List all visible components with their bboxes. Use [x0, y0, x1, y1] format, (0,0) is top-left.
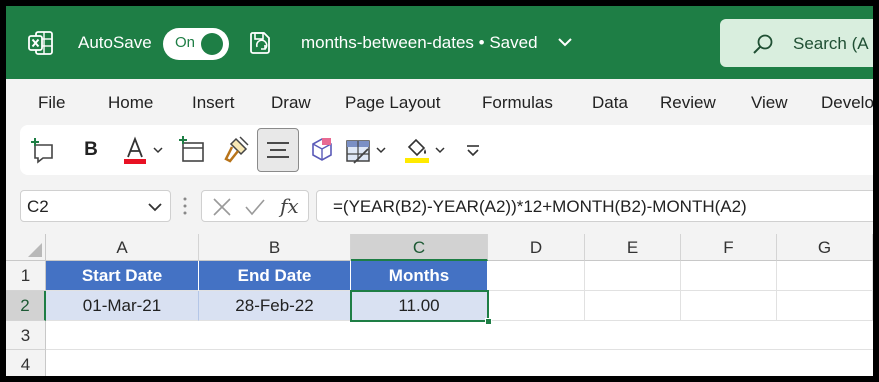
cell-e1[interactable]: [585, 261, 681, 291]
format-painter-icon: [224, 136, 249, 163]
cell-f1[interactable]: [681, 261, 777, 291]
align-center-icon: [267, 142, 289, 158]
fill-color-button[interactable]: [403, 133, 451, 167]
row-4-cells[interactable]: [46, 350, 873, 376]
document-title[interactable]: months-between-dates • Saved: [301, 33, 538, 53]
tab-file[interactable]: File: [38, 93, 65, 113]
ribbon-toolbar: B: [20, 125, 873, 175]
autosave-state: On: [175, 34, 196, 51]
tab-formulas[interactable]: Formulas: [482, 93, 553, 113]
drag-handle-icon[interactable]: [182, 196, 188, 216]
font-color-button[interactable]: [122, 133, 168, 167]
excel-window: AutoSave On months-between-dates • Saved…: [6, 6, 873, 376]
cell-c1[interactable]: Months: [351, 261, 488, 291]
new-comment-button[interactable]: [30, 133, 56, 167]
format-as-table-button[interactable]: [344, 133, 392, 167]
tab-draw[interactable]: Draw: [271, 93, 311, 113]
formula-text[interactable]: =(YEAR(B2)-YEAR(A2))*12+MONTH(B2)-MONTH(…: [333, 197, 747, 217]
cell-d1[interactable]: [488, 261, 585, 291]
new-comment-icon: [31, 138, 53, 164]
cell-g1[interactable]: [777, 261, 873, 291]
row-header-1[interactable]: 1: [6, 261, 46, 291]
formula-bar: C2 fx =(YEAR(B2)-YEAR(A2))*12+MONTH(B2)-…: [6, 175, 873, 234]
check-icon[interactable]: [244, 197, 266, 217]
cell-b2[interactable]: 28-Feb-22: [199, 291, 351, 321]
column-header-c[interactable]: C: [351, 234, 488, 261]
formula-controls: fx: [201, 190, 309, 222]
tab-home[interactable]: Home: [108, 93, 153, 113]
toggle-knob: [201, 33, 223, 55]
formula-input[interactable]: =(YEAR(B2)-YEAR(A2))*12+MONTH(B2)-MONTH(…: [316, 190, 873, 222]
cell-a1[interactable]: Start Date: [46, 261, 199, 291]
cube-button[interactable]: [308, 133, 336, 167]
search-input[interactable]: Search (A: [793, 34, 869, 54]
title-bar: AutoSave On months-between-dates • Saved…: [6, 6, 873, 79]
autosave-label: AutoSave: [78, 33, 152, 52]
column-header-d[interactable]: D: [488, 234, 585, 261]
row-header-3[interactable]: 3: [6, 321, 46, 350]
tab-page-layout[interactable]: Page Layout: [345, 93, 440, 113]
chevron-down-icon[interactable]: [557, 36, 573, 48]
column-header-e[interactable]: E: [585, 234, 681, 261]
fill-color-icon: [405, 138, 445, 163]
insert-table-button[interactable]: [178, 133, 206, 167]
cell-b1[interactable]: End Date: [199, 261, 351, 291]
row-3-cells[interactable]: [46, 321, 873, 350]
name-box-value[interactable]: C2: [27, 197, 49, 217]
bold-icon: B: [84, 139, 98, 160]
ribbon-tabs: File Home Insert Draw Page Layout Formul…: [6, 79, 873, 125]
fill-handle[interactable]: [485, 318, 492, 325]
column-header-g[interactable]: G: [777, 234, 873, 261]
tab-data[interactable]: Data: [592, 93, 628, 113]
excel-logo-icon[interactable]: [28, 30, 54, 56]
cell-f2[interactable]: [681, 291, 777, 321]
more-options-button[interactable]: [463, 133, 483, 167]
font-color-icon: [124, 136, 163, 164]
align-center-button[interactable]: [257, 128, 299, 172]
more-options-icon: [467, 145, 479, 157]
cell-a2[interactable]: 01-Mar-21: [46, 291, 199, 321]
format-table-icon: [346, 140, 386, 164]
cube-icon: [312, 138, 332, 161]
cancel-icon[interactable]: [212, 197, 232, 217]
column-header-b[interactable]: B: [199, 234, 351, 261]
format-painter-button[interactable]: [222, 133, 250, 167]
insert-table-icon: [179, 136, 204, 162]
tab-review[interactable]: Review: [660, 93, 716, 113]
tab-developer[interactable]: Develo: [821, 93, 873, 113]
search-box[interactable]: Search (A: [720, 19, 873, 67]
select-all-icon: [28, 243, 42, 257]
cell-e2[interactable]: [585, 291, 681, 321]
cell-g2[interactable]: [777, 291, 873, 321]
tab-insert[interactable]: Insert: [192, 93, 235, 113]
row-header-2[interactable]: 2: [6, 291, 46, 321]
row-header-4[interactable]: 4: [6, 350, 46, 376]
cell-d2[interactable]: [488, 291, 585, 321]
column-header-f[interactable]: F: [681, 234, 777, 261]
search-icon: [753, 34, 773, 54]
tab-view[interactable]: View: [751, 93, 788, 113]
chevron-down-icon[interactable]: [148, 202, 162, 212]
name-box[interactable]: C2: [20, 190, 171, 222]
select-all-button[interactable]: [6, 234, 46, 261]
insert-function-icon[interactable]: fx: [280, 194, 299, 218]
save-icon[interactable]: [247, 30, 273, 56]
column-header-a[interactable]: A: [46, 234, 199, 261]
cell-c2[interactable]: 11.00: [351, 291, 488, 321]
spreadsheet-grid: A B C D E F G 1 2 3 4 Start Date End Dat…: [6, 234, 873, 376]
autosave-toggle[interactable]: On: [163, 28, 229, 60]
bold-button[interactable]: B: [78, 133, 104, 167]
